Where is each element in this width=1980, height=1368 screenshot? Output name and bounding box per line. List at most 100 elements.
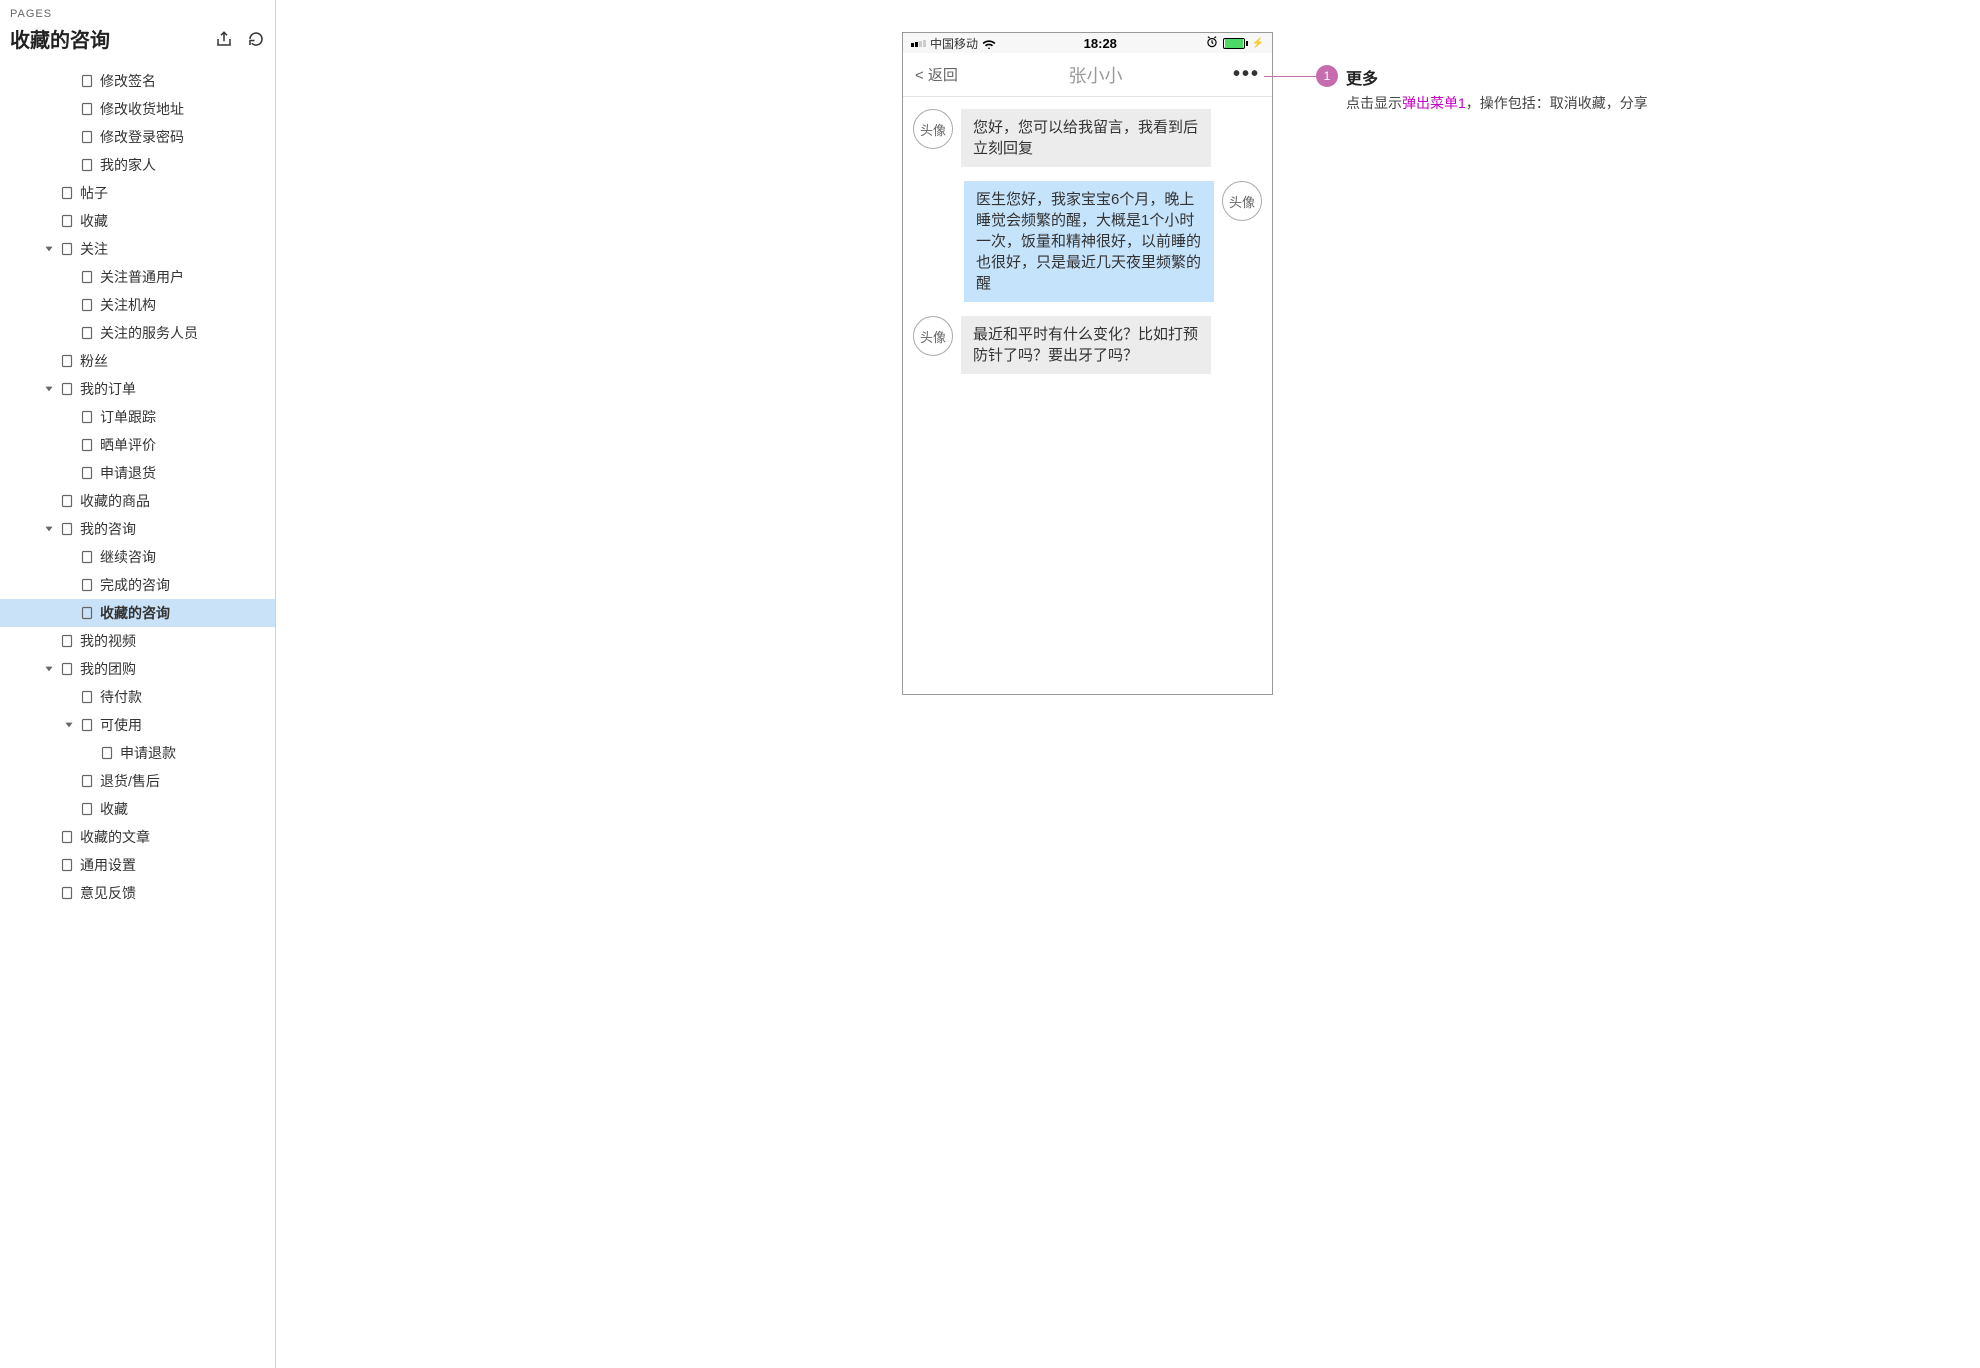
chevron-down-icon[interactable] bbox=[42, 382, 56, 396]
tree-item[interactable]: 粉丝 bbox=[0, 347, 275, 375]
nav-header: < 返回 张小小 ••• bbox=[903, 53, 1272, 97]
tree-item[interactable]: 我的家人 bbox=[0, 151, 275, 179]
tree-item[interactable]: 可使用 bbox=[0, 711, 275, 739]
tree-item[interactable]: 收藏的商品 bbox=[0, 487, 275, 515]
avatar: 头像 bbox=[913, 109, 953, 149]
file-icon bbox=[80, 606, 94, 620]
back-button[interactable]: < 返回 bbox=[915, 64, 958, 85]
file-icon bbox=[80, 438, 94, 452]
tree-item[interactable]: 我的订单 bbox=[0, 375, 275, 403]
chevron-down-icon[interactable] bbox=[62, 718, 76, 732]
tree-item[interactable]: 待付款 bbox=[0, 683, 275, 711]
chevron-down-icon[interactable] bbox=[42, 242, 56, 256]
file-icon bbox=[80, 774, 94, 788]
file-icon bbox=[80, 578, 94, 592]
file-icon bbox=[80, 74, 94, 88]
device-frame: 中国移动 18:28 ⚡ < 返回 张小小 ••• bbox=[902, 32, 1273, 695]
tree-item[interactable]: 我的团购 bbox=[0, 655, 275, 683]
file-icon bbox=[60, 858, 74, 872]
file-icon bbox=[80, 158, 94, 172]
annotation-connector bbox=[1264, 76, 1316, 77]
tree-item[interactable]: 关注机构 bbox=[0, 291, 275, 319]
charging-icon: ⚡ bbox=[1252, 38, 1264, 49]
file-icon bbox=[60, 186, 74, 200]
tree-item[interactable]: 收藏的咨询 bbox=[0, 599, 275, 627]
tree-item[interactable]: 关注 bbox=[0, 235, 275, 263]
tree-item-label: 申请退货 bbox=[100, 463, 156, 483]
tree-item[interactable]: 晒单评价 bbox=[0, 431, 275, 459]
wifi-icon bbox=[982, 38, 996, 48]
tree-item[interactable]: 关注的服务人员 bbox=[0, 319, 275, 347]
tree-item-label: 关注机构 bbox=[100, 295, 156, 315]
tree-item-label: 退货/售后 bbox=[100, 771, 160, 791]
tree-item-label: 收藏的咨询 bbox=[100, 603, 170, 623]
tree-item[interactable]: 退货/售后 bbox=[0, 767, 275, 795]
canvas: 中国移动 18:28 ⚡ < 返回 张小小 ••• bbox=[276, 0, 1980, 1368]
tree-item-label: 订单跟踪 bbox=[100, 407, 156, 427]
tree-item[interactable]: 修改签名 bbox=[0, 67, 275, 95]
status-time: 18:28 bbox=[1084, 36, 1117, 51]
tree-item[interactable]: 申请退货 bbox=[0, 459, 275, 487]
annotation-title: 更多 bbox=[1346, 65, 1648, 89]
tree-item-label: 可使用 bbox=[100, 715, 142, 735]
tree-item-label: 我的家人 bbox=[100, 155, 156, 175]
tree-item-label: 关注的服务人员 bbox=[100, 323, 198, 343]
pages-section-label: PAGES bbox=[10, 8, 265, 20]
tree-item[interactable]: 我的咨询 bbox=[0, 515, 275, 543]
message-row: 头像您好，您可以给我留言，我看到后立刻回复 bbox=[913, 109, 1262, 167]
annotation-badge: 1 bbox=[1316, 65, 1338, 87]
annotation-1: 1 更多 点击显示弹出菜单1，操作包括：取消收藏，分享 bbox=[1264, 65, 1648, 114]
chat-body: 头像您好，您可以给我留言，我看到后立刻回复头像医生您好，我家宝宝6个月，晚上睡觉… bbox=[903, 97, 1272, 694]
annotation-link[interactable]: 弹出菜单1 bbox=[1402, 95, 1466, 111]
tree-item-label: 收藏 bbox=[80, 211, 108, 231]
tree-item-label: 待付款 bbox=[100, 687, 142, 707]
tree-item-label: 关注普通用户 bbox=[100, 267, 184, 287]
tree-item[interactable]: 通用设置 bbox=[0, 851, 275, 879]
file-icon bbox=[80, 326, 94, 340]
tree-item-label: 粉丝 bbox=[80, 351, 108, 371]
tree-item[interactable]: 修改收货地址 bbox=[0, 95, 275, 123]
more-button[interactable]: ••• bbox=[1233, 63, 1260, 86]
tree-item[interactable]: 完成的咨询 bbox=[0, 571, 275, 599]
share-icon[interactable] bbox=[215, 30, 233, 48]
file-icon bbox=[80, 690, 94, 704]
tree-item[interactable]: 关注普通用户 bbox=[0, 263, 275, 291]
message-bubble: 最近和平时有什么变化？比如打预防针了吗？要出牙了吗？ bbox=[961, 316, 1211, 374]
tree-item-label: 我的团购 bbox=[80, 659, 136, 679]
tree-item-label: 修改登录密码 bbox=[100, 127, 184, 147]
tree-item-label: 收藏的商品 bbox=[80, 491, 150, 511]
message-row: 头像最近和平时有什么变化？比如打预防针了吗？要出牙了吗？ bbox=[913, 316, 1262, 374]
chevron-down-icon[interactable] bbox=[42, 522, 56, 536]
file-icon bbox=[80, 270, 94, 284]
tree-item-label: 申请退款 bbox=[120, 743, 176, 763]
tree-item[interactable]: 申请退款 bbox=[0, 739, 275, 767]
file-icon bbox=[80, 410, 94, 424]
tree-item[interactable]: 修改登录密码 bbox=[0, 123, 275, 151]
tree-item-label: 修改收货地址 bbox=[100, 99, 184, 119]
file-icon bbox=[60, 830, 74, 844]
tree-item-label: 帖子 bbox=[80, 183, 108, 203]
tree-item[interactable]: 我的视频 bbox=[0, 627, 275, 655]
battery-icon bbox=[1223, 38, 1248, 49]
tree-item[interactable]: 意见反馈 bbox=[0, 879, 275, 907]
refresh-icon[interactable] bbox=[247, 30, 265, 48]
tree-item[interactable]: 收藏 bbox=[0, 795, 275, 823]
tree-item[interactable]: 收藏的文章 bbox=[0, 823, 275, 851]
file-icon bbox=[80, 130, 94, 144]
tree-item[interactable]: 收藏 bbox=[0, 207, 275, 235]
tree-item[interactable]: 帖子 bbox=[0, 179, 275, 207]
file-icon bbox=[60, 886, 74, 900]
pages-tree[interactable]: 修改签名修改收货地址修改登录密码我的家人帖子收藏关注关注普通用户关注机构关注的服… bbox=[0, 59, 275, 1368]
tree-item[interactable]: 订单跟踪 bbox=[0, 403, 275, 431]
chevron-down-icon[interactable] bbox=[42, 662, 56, 676]
tree-item[interactable]: 继续咨询 bbox=[0, 543, 275, 571]
file-icon bbox=[60, 242, 74, 256]
file-icon bbox=[60, 634, 74, 648]
tree-item-label: 我的视频 bbox=[80, 631, 136, 651]
tree-item-label: 修改签名 bbox=[100, 71, 156, 91]
tree-item-label: 通用设置 bbox=[80, 855, 136, 875]
file-icon bbox=[80, 550, 94, 564]
annotation-desc: 点击显示弹出菜单1，操作包括：取消收藏，分享 bbox=[1346, 93, 1648, 114]
tree-item-label: 关注 bbox=[80, 239, 108, 259]
status-bar: 中国移动 18:28 ⚡ bbox=[903, 33, 1272, 53]
